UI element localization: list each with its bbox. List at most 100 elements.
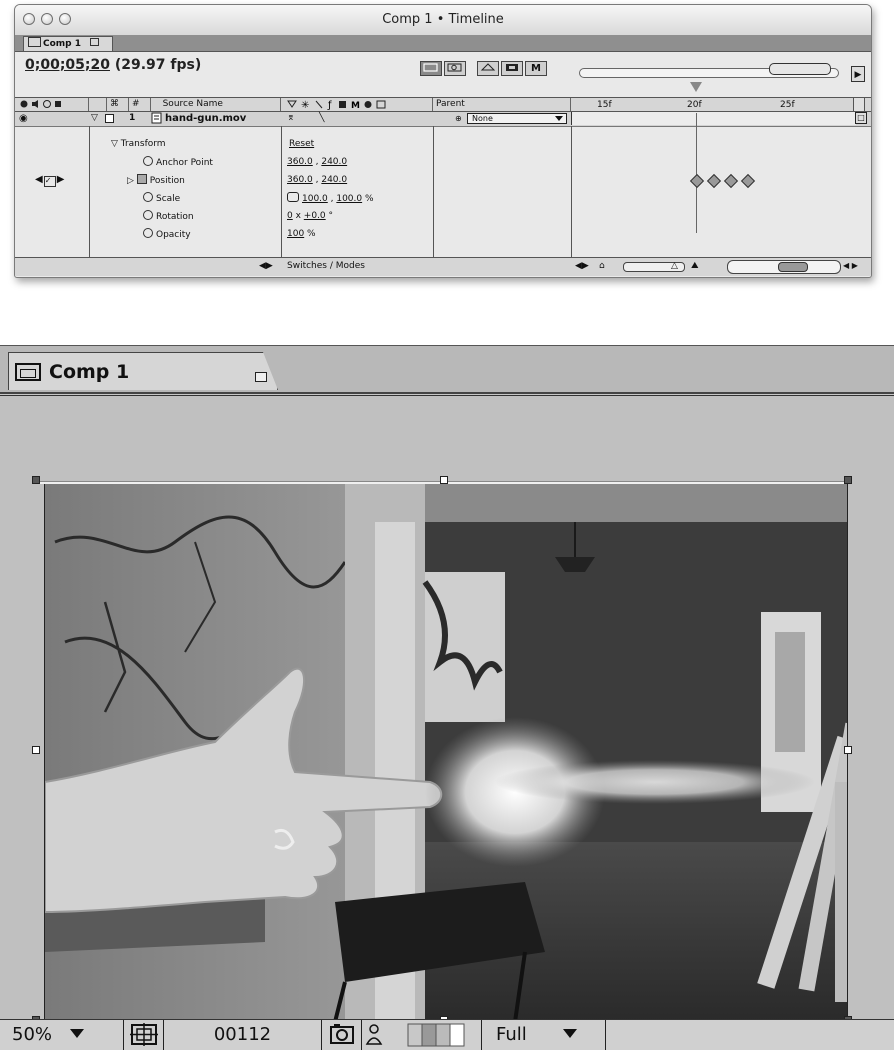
rotation-value[interactable]: 0 x +0.0 ° — [287, 210, 333, 222]
parent-dropdown[interactable]: None — [467, 113, 567, 124]
keyframe-navigator[interactable]: ◀ ✓ ▶ — [35, 174, 64, 187]
value-x[interactable]: 100.0 — [302, 194, 328, 204]
shy-layers-button[interactable] — [477, 61, 499, 76]
shy-switch-icon[interactable]: ⌆ — [287, 112, 295, 125]
layer-name[interactable]: hand-gun.mov — [165, 112, 246, 125]
layer-label-color-swatch[interactable] — [105, 114, 114, 123]
tab-close-icon[interactable] — [255, 372, 267, 382]
footage-frame[interactable] — [44, 481, 848, 1021]
switches-modes-toggle[interactable]: Switches / Modes — [287, 258, 365, 274]
value-y[interactable]: 240.0 — [321, 157, 347, 167]
previous-keyframe-icon[interactable]: ◀ — [35, 174, 43, 185]
divider — [89, 126, 90, 257]
show-snapshot-button[interactable] — [362, 1020, 386, 1050]
draft-3d-button[interactable] — [444, 61, 466, 76]
value-x[interactable]: 360.0 — [287, 175, 313, 185]
layer-out-point-icon[interactable]: □ — [855, 112, 867, 124]
scale-value[interactable]: 100.0 , 100.0 % — [287, 192, 374, 205]
property-anchor-point[interactable]: Anchor Point — [143, 156, 213, 169]
live-update-button[interactable] — [420, 61, 442, 76]
current-frame-value: 00112 — [213, 1024, 272, 1045]
value-percent[interactable]: 100 — [287, 229, 304, 239]
layer-handle-top-left[interactable] — [32, 476, 40, 484]
value-degrees[interactable]: +0.0 — [304, 211, 326, 221]
stopwatch-icon[interactable] — [143, 228, 153, 238]
shy-icon — [480, 63, 496, 71]
property-opacity[interactable]: Opacity — [143, 228, 191, 241]
opacity-value[interactable]: 100 % — [287, 228, 316, 240]
timeline-end-marker[interactable] — [853, 97, 865, 112]
tab-close-icon[interactable] — [90, 38, 100, 46]
resolution-dropdown[interactable]: Full — [482, 1020, 606, 1050]
transform-reset-link[interactable]: Reset — [289, 138, 314, 150]
stopwatch-icon[interactable] — [143, 210, 153, 220]
value-y[interactable]: 240.0 — [321, 175, 347, 185]
layer-row-hand-gun[interactable]: ◉ ▽ 1 hand-gun.mov ⌆ ╲ ⊕ None □ — [15, 112, 871, 127]
footer-expand-icon[interactable]: ◀▶ — [575, 258, 589, 274]
zoom-in-mountain-icon[interactable]: ⛰ — [691, 258, 699, 274]
timeline-titlebar[interactable]: Comp 1 • Timeline — [15, 5, 871, 36]
channel-buttons[interactable] — [386, 1020, 482, 1050]
position-value[interactable]: 360.0 , 240.0 — [287, 174, 347, 186]
value-y[interactable]: 100.0 — [336, 194, 362, 204]
property-name: Anchor Point — [156, 158, 213, 168]
keyframe-4[interactable] — [740, 173, 756, 189]
layer-handle-top-right[interactable] — [844, 476, 852, 484]
keyframe-3[interactable] — [723, 173, 739, 189]
current-time-display[interactable]: 0;00;05;20 (29.97 fps) — [25, 57, 201, 73]
comp-tab-label: Comp 1 — [49, 361, 130, 383]
layer-handle-middle-right[interactable] — [844, 746, 852, 754]
snapshot-button[interactable] — [322, 1020, 362, 1050]
property-position[interactable]: ▷ Position — [127, 174, 185, 187]
zoom-slider-thumb-icon[interactable]: △ — [671, 258, 678, 274]
next-keyframe-icon[interactable]: ▶ — [57, 174, 65, 185]
layer-handle-middle-left[interactable] — [32, 746, 40, 754]
quality-switch-icon[interactable]: ╲ — [319, 112, 324, 125]
stopwatch-icon[interactable] — [143, 156, 153, 166]
svg-text:✳: ✳ — [301, 100, 309, 110]
av-features-header — [15, 98, 89, 111]
source-name-header[interactable]: Source Name — [151, 98, 281, 111]
stopwatch-active-icon[interactable] — [136, 174, 147, 184]
navigator-slider-handle[interactable] — [769, 63, 831, 75]
value-unit: % — [304, 229, 316, 239]
tab-comp-1[interactable]: Comp 1 — [23, 36, 113, 51]
transform-group[interactable]: ▽ Transform — [111, 138, 166, 150]
property-rotation[interactable]: Rotation — [143, 210, 194, 223]
layer-duration-bar[interactable] — [571, 112, 856, 125]
timeline-horizontal-scrollbar[interactable] — [727, 260, 841, 274]
transform-twirl-icon[interactable]: ▽ — [111, 139, 118, 149]
current-frame-field[interactable]: 00112 — [164, 1020, 322, 1050]
motion-blur-button[interactable]: M — [525, 61, 547, 76]
property-scale[interactable]: Scale — [143, 192, 180, 205]
timecode[interactable]: 0;00;05;20 — [25, 57, 110, 73]
parent-pickwhip-icon[interactable]: ⊕ — [455, 112, 462, 125]
layer-twirl-open-icon[interactable]: ▽ — [91, 112, 98, 125]
value-x[interactable]: 360.0 — [287, 157, 313, 167]
divider — [433, 126, 434, 257]
anchor-point-value[interactable]: 360.0 , 240.0 — [287, 156, 347, 168]
scrollbar-thumb[interactable] — [778, 262, 808, 272]
parent-header[interactable]: Parent — [433, 98, 571, 111]
zoom-out-mountain-icon[interactable]: ⌂ — [599, 258, 605, 274]
magnification-dropdown[interactable]: 50% — [0, 1020, 124, 1050]
expand-pane-icon[interactable]: ◀▶ — [259, 258, 273, 274]
current-time-indicator-head[interactable] — [690, 82, 702, 92]
constrain-proportions-icon[interactable] — [287, 192, 299, 202]
keyframe-check-icon[interactable]: ✓ — [43, 176, 56, 187]
position-twirl-icon[interactable]: ▷ — [127, 176, 134, 186]
keyframe-1[interactable] — [689, 173, 705, 189]
frame-blending-button[interactable] — [501, 61, 523, 76]
stopwatch-icon[interactable] — [143, 192, 153, 202]
timeline-tab-strip: Comp 1 — [15, 35, 871, 52]
title-action-safe-button[interactable] — [124, 1020, 164, 1050]
scroll-arrows-icon[interactable]: ◀ ▶ — [843, 258, 858, 274]
composition-viewer[interactable] — [0, 395, 894, 1024]
tab-comp-1[interactable]: Comp 1 — [8, 352, 278, 390]
video-visibility-eye-icon[interactable]: ◉ — [19, 112, 28, 125]
layer-handle-top-center[interactable] — [440, 476, 448, 484]
magnification-dropdown-arrow-icon — [69, 1029, 84, 1038]
keyframe-2[interactable] — [706, 173, 722, 189]
value-unit: % — [362, 194, 374, 204]
timeline-menu-arrow[interactable]: ▶ — [851, 66, 865, 82]
